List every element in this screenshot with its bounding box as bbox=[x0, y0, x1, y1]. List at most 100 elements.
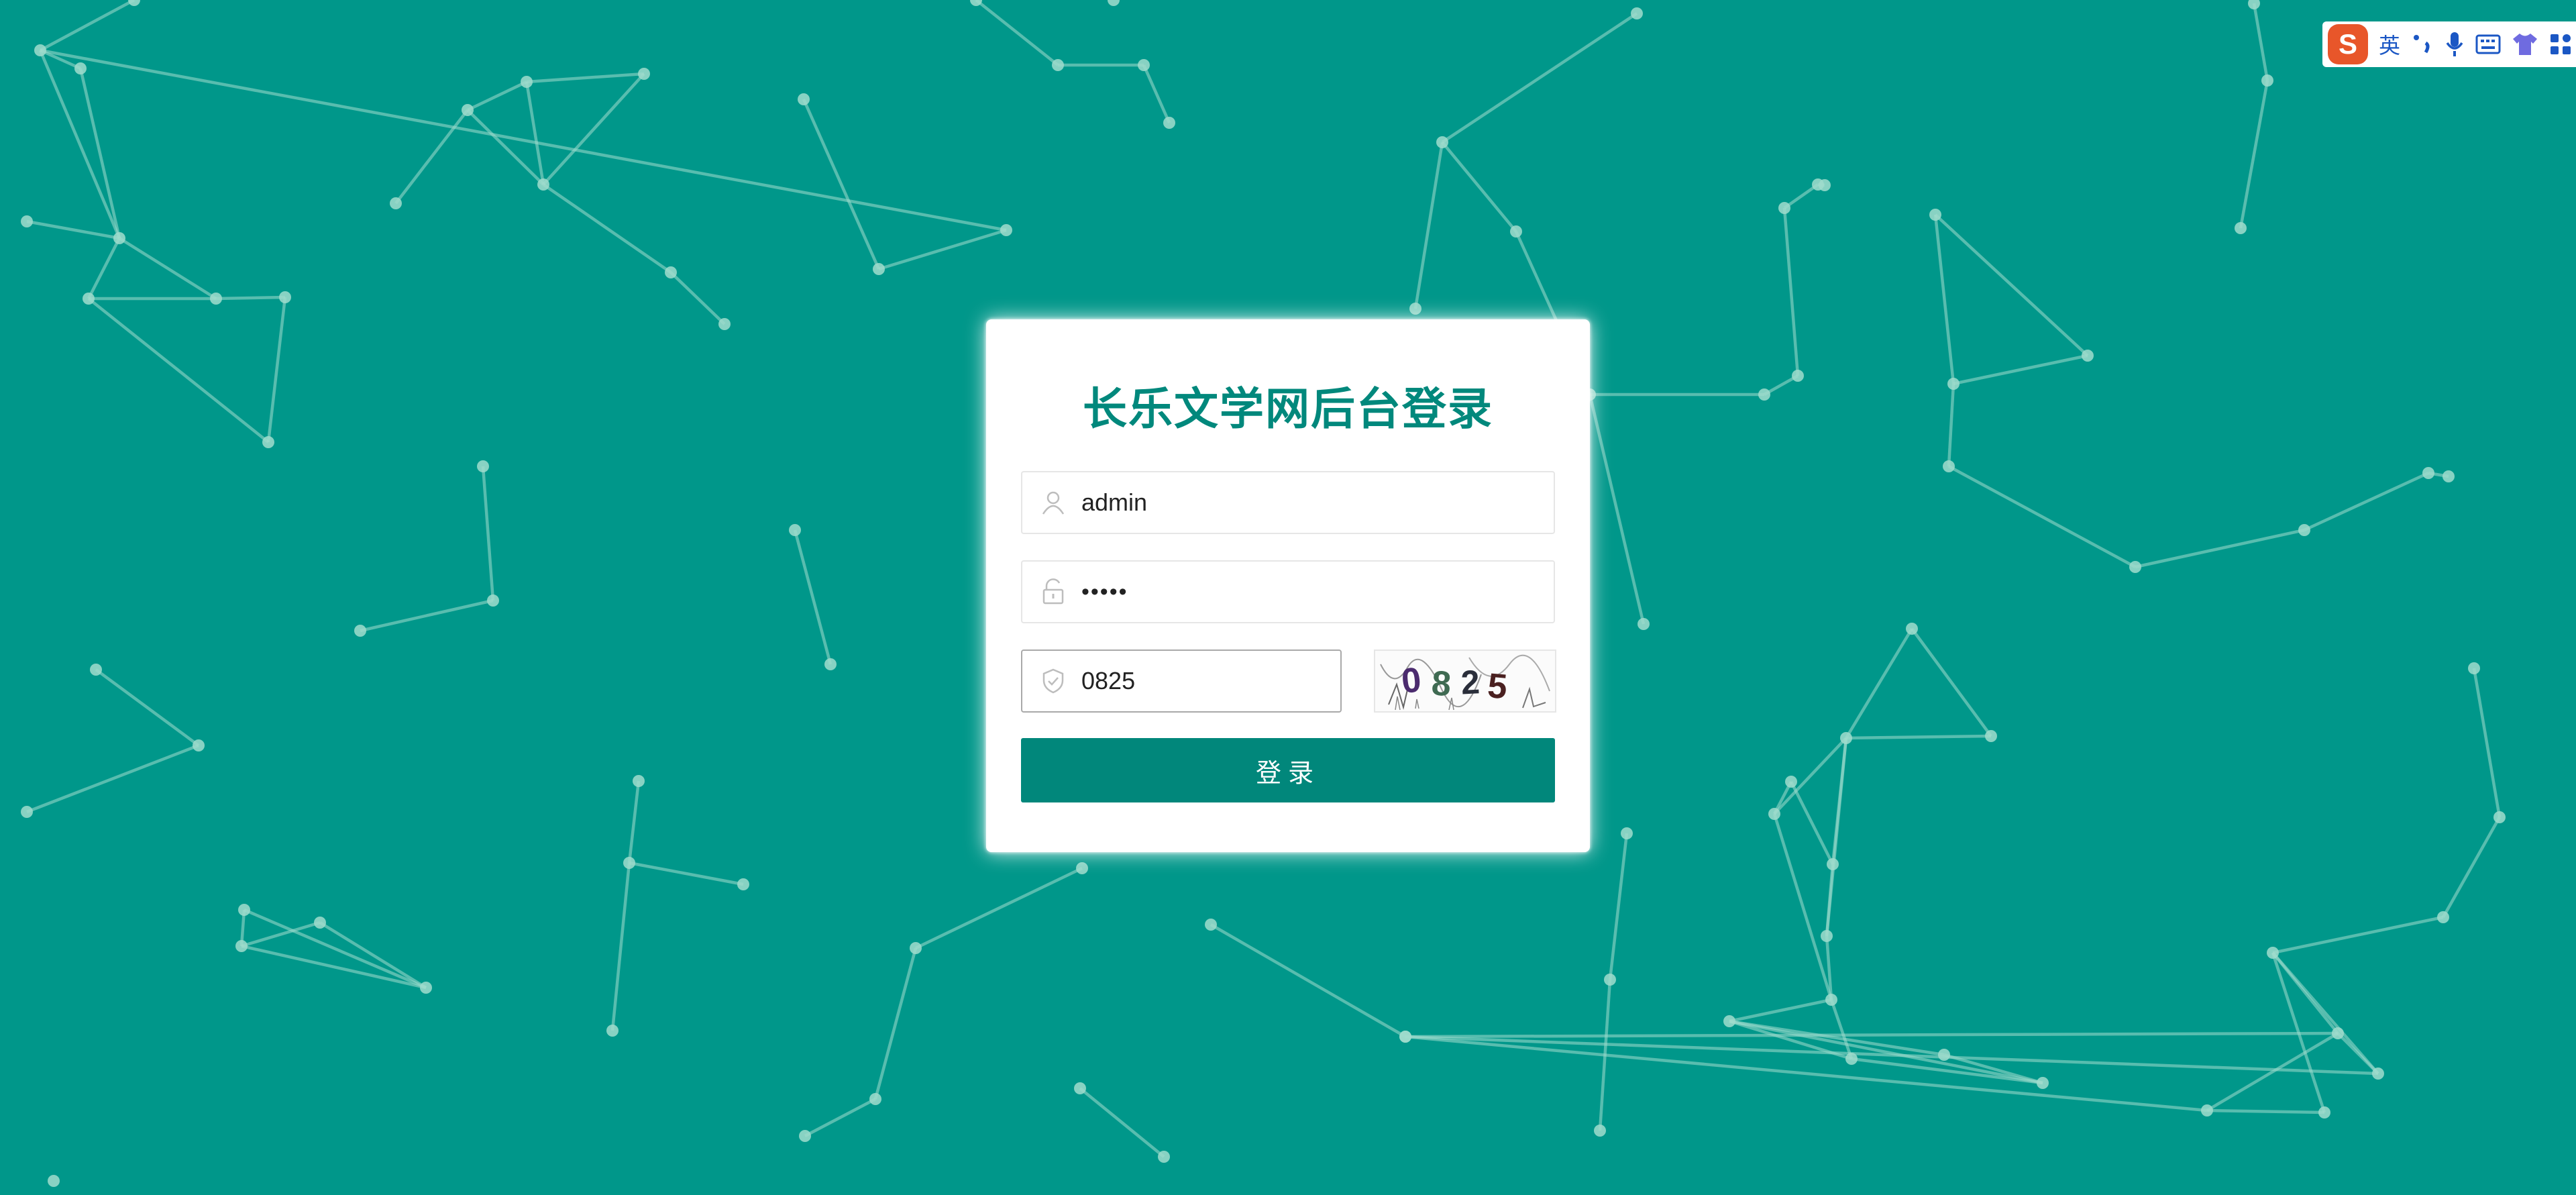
network-node bbox=[1758, 388, 1770, 401]
network-link bbox=[1825, 737, 1848, 937]
username-input[interactable] bbox=[1081, 488, 1554, 517]
sogou-logo-icon[interactable]: S bbox=[2327, 24, 2368, 64]
network-node bbox=[1076, 862, 1088, 874]
network-node bbox=[606, 1025, 619, 1037]
network-node bbox=[1205, 919, 1217, 931]
network-link bbox=[2135, 528, 2305, 569]
network-link bbox=[2442, 816, 2501, 919]
network-node bbox=[238, 904, 250, 916]
captcha-input[interactable] bbox=[1081, 667, 1340, 695]
network-link bbox=[542, 72, 645, 186]
network-link bbox=[1782, 207, 1800, 376]
network-node bbox=[910, 942, 922, 954]
login-button[interactable]: 登录 bbox=[1021, 738, 1555, 802]
unlock-icon bbox=[1040, 578, 1067, 605]
network-node bbox=[90, 664, 102, 676]
network-node bbox=[83, 293, 95, 305]
network-node bbox=[633, 775, 645, 787]
network-node bbox=[1723, 1015, 1735, 1027]
network-link bbox=[1947, 465, 2137, 568]
ime-toolbar[interactable]: S 英 bbox=[2322, 21, 2576, 67]
network-link bbox=[1947, 383, 1955, 467]
network-node bbox=[2437, 911, 2449, 923]
network-node bbox=[420, 982, 432, 994]
network-link bbox=[1588, 394, 1646, 625]
network-link bbox=[804, 1098, 877, 1137]
toolbox-grid-icon[interactable] bbox=[2549, 24, 2572, 64]
network-node bbox=[1840, 732, 1852, 744]
network-node bbox=[1785, 776, 1797, 788]
password-field[interactable] bbox=[1021, 560, 1555, 623]
network-node bbox=[799, 1130, 811, 1142]
network-link bbox=[793, 529, 833, 665]
network-node bbox=[48, 1175, 60, 1187]
network-node bbox=[1938, 1049, 1950, 1061]
punctuation-icon[interactable] bbox=[2411, 24, 2434, 64]
network-node bbox=[2261, 74, 2273, 87]
keyboard-icon[interactable] bbox=[2475, 24, 2501, 64]
network-node bbox=[193, 739, 205, 751]
network-node bbox=[718, 318, 731, 330]
network-link bbox=[627, 780, 641, 864]
microphone-icon[interactable] bbox=[2445, 24, 2465, 64]
network-link bbox=[1845, 627, 1913, 739]
skin-shirt-icon[interactable] bbox=[2512, 24, 2538, 64]
network-link bbox=[87, 237, 121, 300]
network-node bbox=[2129, 561, 2141, 573]
network-node bbox=[2037, 1077, 2049, 1089]
network-node bbox=[1792, 370, 1804, 382]
network-node bbox=[1638, 618, 1650, 630]
network-node bbox=[1158, 1151, 1170, 1163]
network-node bbox=[74, 62, 87, 74]
captcha-field[interactable] bbox=[1021, 650, 1342, 713]
ime-mode-toggle[interactable]: 英 bbox=[2379, 24, 2400, 64]
network-link bbox=[2206, 1108, 2325, 1114]
network-node bbox=[1052, 59, 1064, 71]
network-node bbox=[314, 917, 326, 929]
network-node bbox=[789, 524, 801, 536]
login-title: 长乐文学网后台登录 bbox=[1083, 383, 1493, 435]
network-node bbox=[537, 178, 549, 191]
captcha-char-3: 5 bbox=[1486, 666, 1509, 707]
network-link bbox=[878, 228, 1007, 271]
captcha-image[interactable]: 0 8 2 5 bbox=[1374, 650, 1556, 713]
network-link bbox=[1142, 64, 1171, 123]
network-link bbox=[915, 866, 1083, 950]
network-link bbox=[2304, 471, 2429, 532]
captcha-char-1: 8 bbox=[1430, 664, 1452, 704]
username-field[interactable] bbox=[1021, 471, 1555, 534]
password-input[interactable] bbox=[1081, 578, 1554, 605]
network-link bbox=[1829, 999, 1854, 1059]
network-link bbox=[2472, 668, 2502, 818]
network-node bbox=[1409, 303, 1421, 315]
network-link bbox=[2252, 3, 2269, 81]
network-link bbox=[1773, 737, 1847, 815]
network-link bbox=[244, 908, 427, 990]
login-card: 长乐文学网后台登录 0 8 2 5 登录 bbox=[986, 319, 1590, 852]
network-link bbox=[78, 68, 121, 239]
network-node bbox=[34, 44, 46, 56]
network-node bbox=[2235, 222, 2247, 234]
network-node bbox=[1906, 623, 1918, 635]
network-node bbox=[128, 0, 140, 6]
network-node bbox=[210, 293, 222, 305]
network-node bbox=[2493, 811, 2506, 823]
network-link bbox=[1405, 1031, 2339, 1039]
network-node bbox=[262, 436, 274, 448]
network-node bbox=[1163, 117, 1175, 129]
network-link bbox=[629, 861, 744, 886]
network-link bbox=[669, 271, 726, 325]
network-link bbox=[1608, 833, 1629, 980]
network-node bbox=[1510, 225, 1522, 238]
network-link bbox=[215, 295, 286, 301]
network-node bbox=[2267, 947, 2279, 959]
captcha-char-2: 2 bbox=[1460, 663, 1481, 701]
network-node bbox=[1819, 179, 1831, 191]
network-node bbox=[1138, 59, 1150, 71]
network-node bbox=[354, 625, 366, 637]
network-node bbox=[2318, 1106, 2330, 1119]
network-link bbox=[118, 237, 217, 300]
network-link bbox=[1079, 1087, 1165, 1158]
network-node bbox=[737, 878, 749, 890]
network-node bbox=[1436, 136, 1448, 148]
